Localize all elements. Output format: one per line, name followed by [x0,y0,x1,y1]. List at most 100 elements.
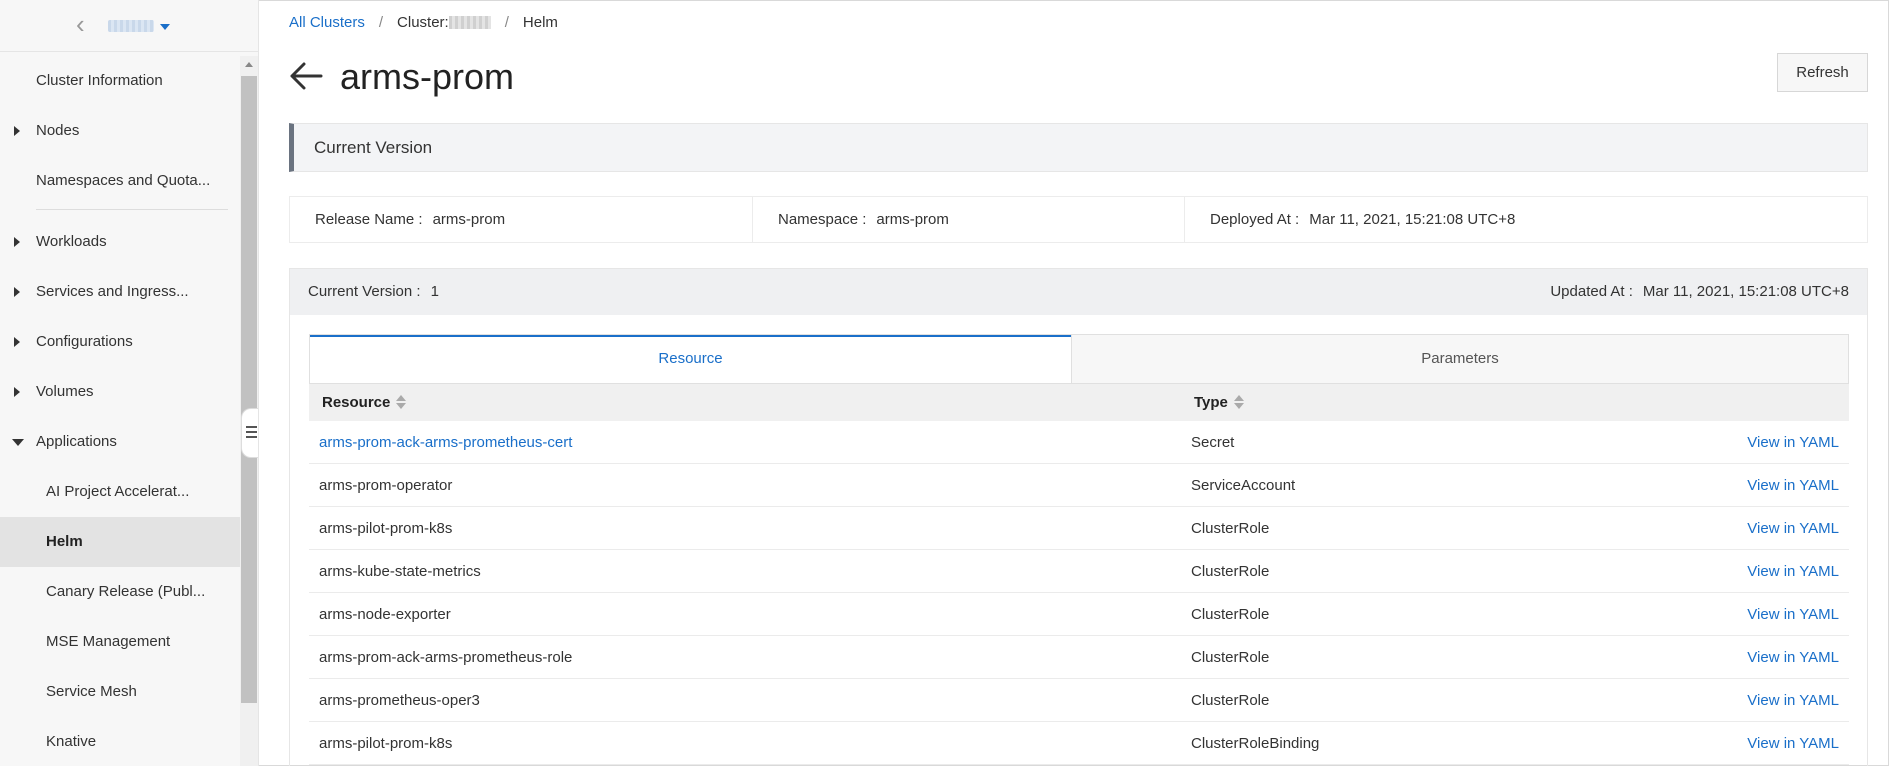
breadcrumb: All Clusters / Cluster: / Helm [289,14,558,31]
release-name-value: arms-prom [432,211,506,228]
resource-name: arms-kube-state-metrics [319,563,481,580]
sidebar-item-label: Volumes [36,383,94,400]
breadcrumb-current: Helm [522,14,558,31]
sidebar-item-label: Namespaces and Quota... [36,172,211,189]
column-header-label: Type [1194,394,1228,411]
cluster-selector-redacted[interactable] [108,20,154,32]
tab-parameters[interactable]: Parameters [1071,335,1848,383]
column-header-label: Resource [322,394,391,411]
sidebar-item-cluster-information[interactable]: Cluster Information [0,56,240,106]
namespace-label: Namespace : [778,211,867,228]
resource-type: Secret [1191,434,1235,451]
sidebar-item-services-ingress[interactable]: Services and Ingress... [0,267,240,317]
collapse-arrow-icon [12,439,24,446]
scrollbar-thumb[interactable] [241,76,257,703]
sidebar-item-ai-project[interactable]: AI Project Accelerat... [0,467,240,517]
sidebar-item-nodes[interactable]: Nodes [0,106,240,156]
resource-type: ClusterRole [1191,563,1270,580]
sidebar-item-workloads[interactable]: Workloads [0,217,240,267]
table-body: arms-prom-ack-arms-prometheus-cert Secre… [309,421,1849,765]
section-title: Current Version [314,138,433,157]
resource-type: ClusterRole [1191,692,1270,709]
sidebar-divider [36,209,228,210]
current-version-section-header: Current Version [289,123,1868,172]
resource-type: ClusterRole [1191,606,1270,623]
sidebar-header: ‹ [0,0,258,52]
column-header-resource[interactable]: Resource [322,384,407,421]
sort-icon[interactable] [396,395,407,409]
sidebar-item-label: Service Mesh [46,683,137,700]
table-row: arms-pilot-prom-k8s ClusterRoleBinding V… [309,722,1849,765]
expand-arrow-icon [14,126,20,136]
release-info-row: Release Name : arms-prom Namespace : arms-… [289,196,1868,243]
sidebar-item-label: AI Project Accelerat... [46,483,190,500]
resource-name: arms-pilot-prom-k8s [319,735,453,752]
table-row: arms-prom-ack-arms-prometheus-cert Secre… [309,421,1849,464]
resource-name: arms-prom-ack-arms-prometheus-role [319,649,573,666]
view-yaml-link[interactable]: View in YAML [1747,507,1839,550]
breadcrumb-separator: / [504,14,509,31]
refresh-button[interactable]: Refresh [1777,53,1868,92]
current-version-value: 1 [430,283,439,300]
sidebar-item-namespaces[interactable]: Namespaces and Quota... [0,156,240,206]
sidebar-item-label: Applications [36,433,117,450]
resource-type: ServiceAccount [1191,477,1296,494]
resource-name: arms-pilot-prom-k8s [319,520,453,537]
view-yaml-link[interactable]: View in YAML [1747,679,1839,722]
sidebar-item-configurations[interactable]: Configurations [0,317,240,367]
sidebar-item-mse-management[interactable]: MSE Management [0,617,240,667]
namespace-value: arms-prom [876,211,949,228]
expand-arrow-icon [14,337,20,347]
updated-at-value: Mar 11, 2021, 15:21:08 UTC+8 [1642,283,1849,300]
breadcrumb-all-clusters[interactable]: All Clusters [289,14,365,31]
current-version-label: Current Version : [308,283,421,300]
view-yaml-link[interactable]: View in YAML [1747,421,1839,464]
sidebar-item-label: Services and Ingress... [36,283,189,300]
view-yaml-link[interactable]: View in YAML [1747,550,1839,593]
table-row: arms-pilot-prom-k8s ClusterRole View in … [309,507,1849,550]
view-yaml-link[interactable]: View in YAML [1747,593,1839,636]
sidebar-item-label: Nodes [36,122,80,139]
sidebar-item-label: Workloads [36,233,107,250]
back-chevron-icon[interactable]: ‹ [76,11,85,37]
resource-type: ClusterRole [1191,520,1270,537]
deployed-at-cell: Deployed At : Mar 11, 2021, 15:21:08 UTC+… [1185,197,1867,242]
tab-resource[interactable]: Resource [310,335,1071,383]
sidebar-item-label: Helm [46,533,83,550]
main-content: All Clusters / Cluster: / Helm arms-prom Ref… [259,0,1889,766]
current-version-info: Current Version : 1 [308,269,439,315]
back-arrow-icon[interactable] [289,58,325,94]
resource-name: arms-prometheus-oper3 [319,692,480,709]
sidebar: ‹ Cluster Information Nodes Namespaces a… [0,0,259,766]
column-header-type[interactable]: Type [1194,384,1244,421]
version-panel: Current Version : 1 Updated At : Mar 11, 2… [289,268,1868,766]
deployed-at-value: Mar 11, 2021, 15:21:08 UTC+8 [1309,211,1516,228]
expand-arrow-icon [14,387,20,397]
sort-icon[interactable] [1233,395,1244,409]
sidebar-item-helm[interactable]: Helm [0,517,240,567]
resource-name-link[interactable]: arms-prom-ack-arms-prometheus-cert [319,421,572,464]
cluster-name-redacted [448,16,491,29]
deployed-at-label: Deployed At : [1210,211,1300,228]
view-yaml-link[interactable]: View in YAML [1747,636,1839,679]
resource-name: arms-node-exporter [319,606,451,623]
menu-collapse-icon [246,426,257,428]
scroll-up-arrow-icon[interactable] [245,62,253,67]
table-row: arms-prom-ack-arms-prometheus-role Clust… [309,636,1849,679]
sidebar-item-service-mesh[interactable]: Service Mesh [0,667,240,717]
sidebar-item-volumes[interactable]: Volumes [0,367,240,417]
sidebar-collapse-toggle[interactable] [241,408,258,458]
sidebar-item-label: Configurations [36,333,133,350]
resource-name: arms-prom-operator [319,477,453,494]
resource-type: ClusterRoleBinding [1191,735,1320,752]
view-yaml-link[interactable]: View in YAML [1747,464,1839,507]
sidebar-item-knative[interactable]: Knative [0,717,240,766]
breadcrumb-cluster[interactable]: Cluster: [397,14,449,31]
sidebar-item-label: Knative [46,733,97,750]
table-row: arms-prom-operator ServiceAccount View i… [309,464,1849,507]
updated-at-info: Updated At : Mar 11, 2021, 15:21:08 UTC+8 [1550,269,1849,315]
caret-down-icon[interactable] [160,24,170,30]
sidebar-item-canary-release[interactable]: Canary Release (Publ... [0,567,240,617]
sidebar-item-applications[interactable]: Applications [0,417,240,467]
view-yaml-link[interactable]: View in YAML [1747,722,1839,765]
